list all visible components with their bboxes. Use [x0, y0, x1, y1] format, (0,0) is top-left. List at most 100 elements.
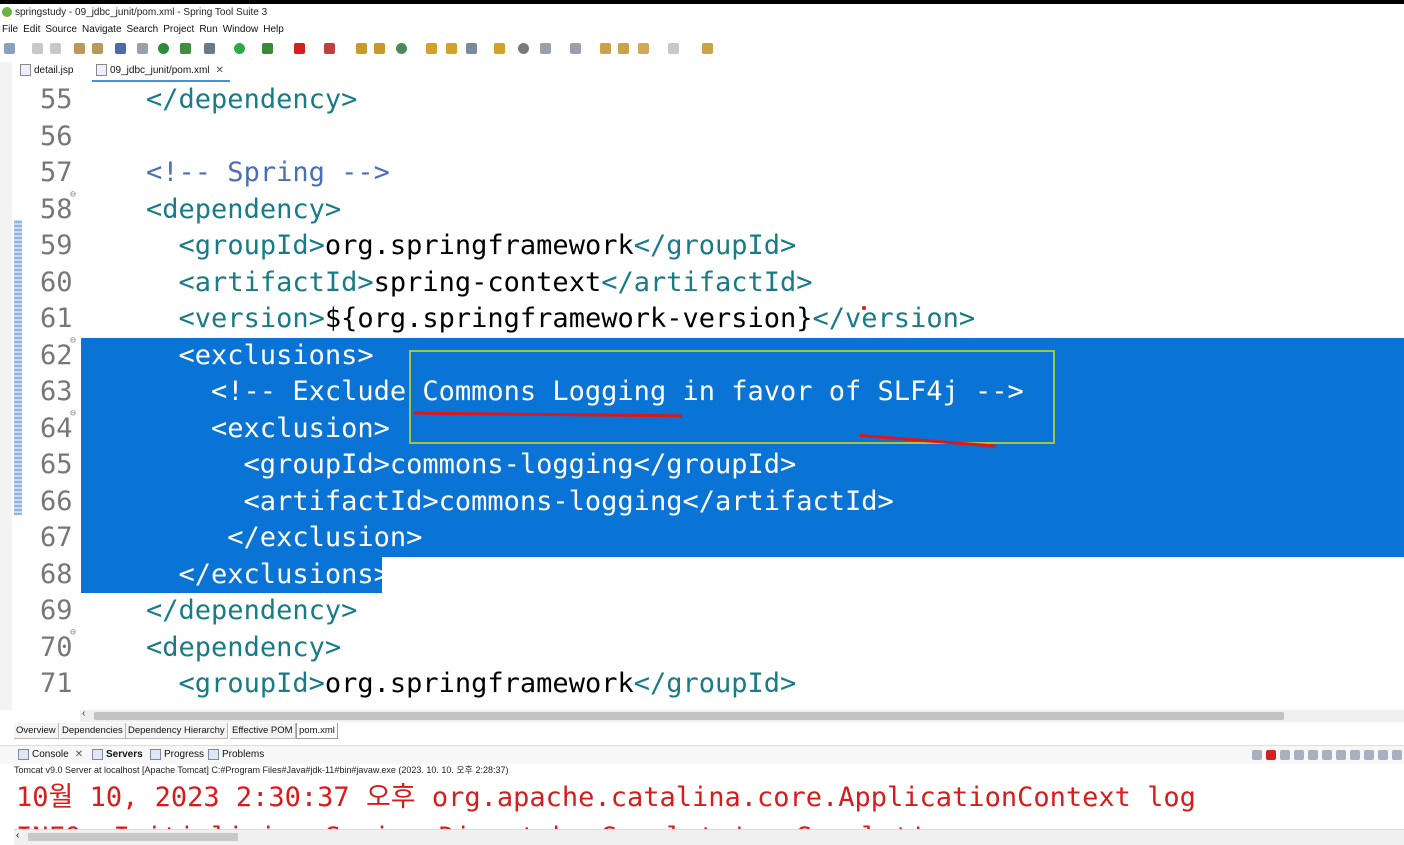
minimize-icon[interactable]	[1392, 750, 1402, 760]
search-icon[interactable]	[466, 43, 477, 54]
run-icon[interactable]	[234, 43, 245, 54]
menu-window[interactable]: Window	[221, 22, 262, 38]
line-number: 65	[40, 449, 73, 480]
fold-icon[interactable]: ⊖	[70, 408, 76, 419]
close-icon[interactable]: ✕	[75, 749, 83, 760]
tab-problems[interactable]: Problems	[208, 746, 264, 764]
prev-annotation-icon[interactable]	[570, 43, 581, 54]
line-number: 58	[40, 194, 73, 225]
menu-edit[interactable]: Edit	[21, 22, 43, 38]
tab-label: detail.jsp	[34, 65, 74, 76]
scroll-left-icon[interactable]: ‹	[82, 708, 85, 719]
annotation-icon[interactable]	[518, 43, 529, 54]
code-line: 66 <artifactId>commons-logging</artifact…	[14, 483, 1404, 520]
code-line: 60 <artifactId>spring-context</artifactI…	[14, 264, 1404, 301]
pin-console-icon[interactable]	[1350, 750, 1360, 760]
console-tab-bar: Console ✕ Servers Progress Problems	[0, 745, 1404, 764]
new-icon[interactable]	[4, 43, 15, 54]
open-resource-icon[interactable]	[446, 43, 457, 54]
tab-detail-jsp[interactable]: detail.jsp	[16, 62, 92, 80]
jsp-file-icon	[20, 64, 31, 77]
code-text: <version>${org.springframework-version}<…	[178, 303, 976, 334]
line-number: 67	[40, 522, 73, 553]
save-icon[interactable]	[32, 43, 43, 54]
word-wrap-icon[interactable]	[1322, 750, 1332, 760]
remove-launch-icon[interactable]	[1252, 750, 1262, 760]
close-icon[interactable]: ✕	[216, 65, 224, 76]
clear-console-icon[interactable]	[1294, 750, 1304, 760]
fold-icon[interactable]: ⊖	[70, 627, 76, 638]
open-console-icon[interactable]	[1378, 750, 1388, 760]
menu-file[interactable]: File	[0, 22, 21, 38]
scroll-thumb[interactable]	[28, 833, 238, 841]
run-external-icon[interactable]	[262, 43, 273, 54]
back-icon[interactable]	[638, 43, 649, 54]
terminate-icon[interactable]	[1266, 750, 1276, 760]
next-annotation-icon[interactable]	[540, 43, 551, 54]
spring-boot-icon[interactable]	[158, 43, 169, 54]
tab-effective-pom[interactable]: Effective POM	[230, 723, 296, 739]
fold-icon[interactable]: ⊖	[70, 189, 76, 200]
tab-servers[interactable]: Servers	[92, 746, 143, 764]
new-package-icon[interactable]	[356, 43, 367, 54]
title-bar: springstudy - 09_jdbc_junit/pom.xml - Sp…	[0, 4, 1404, 22]
menu-search[interactable]: Search	[125, 22, 162, 38]
properties-icon[interactable]	[92, 43, 103, 54]
tab-pom-xml[interactable]: 09_jdbc_junit/pom.xml ✕	[92, 62, 230, 82]
refresh-icon[interactable]	[180, 43, 191, 54]
open-perspective-icon[interactable]	[702, 43, 713, 54]
stop-icon[interactable]	[294, 43, 305, 54]
menu-source[interactable]: Source	[43, 22, 80, 38]
menu-navigate[interactable]: Navigate	[80, 22, 124, 38]
tab-dependencies[interactable]: Dependencies	[60, 723, 126, 739]
tab-progress[interactable]: Progress	[150, 746, 204, 764]
window-title: springstudy - 09_jdbc_junit/pom.xml - Sp…	[15, 7, 268, 18]
scroll-lock-icon[interactable]	[1308, 750, 1318, 760]
debug-icon[interactable]	[204, 43, 215, 54]
build-icon[interactable]	[74, 43, 85, 54]
fold-icon[interactable]: ⊖	[70, 335, 76, 346]
tab-console[interactable]: Console ✕	[18, 746, 83, 764]
console-status: Tomcat v9.0 Server at localhost [Apache …	[14, 765, 509, 775]
menu-run[interactable]: Run	[197, 22, 220, 38]
code-text: <!-- Spring -->	[146, 157, 390, 188]
code-line: 55 </dependency>	[14, 81, 1404, 118]
forward-icon[interactable]	[668, 43, 679, 54]
console-output-line: INFO: Initializing Spring DispatcherServ…	[16, 818, 926, 829]
new-wizard-icon[interactable]	[396, 43, 407, 54]
problems-icon	[208, 748, 219, 760]
tab-dependency-hierarchy[interactable]: Dependency Hierarchy	[126, 723, 228, 739]
remove-all-icon[interactable]	[1280, 750, 1290, 760]
tab-label: Problems	[222, 749, 265, 760]
scroll-thumb[interactable]	[94, 712, 1284, 720]
scroll-left-icon[interactable]: ‹	[16, 830, 19, 841]
new-class-icon[interactable]	[374, 43, 385, 54]
line-number: 62	[40, 340, 73, 371]
last-edit-icon[interactable]	[600, 43, 611, 54]
line-number: 71	[40, 668, 73, 699]
save-all-icon[interactable]	[50, 43, 61, 54]
xml-file-icon	[96, 64, 107, 77]
open-task-icon[interactable]	[494, 43, 505, 54]
menu-help[interactable]: Help	[261, 22, 287, 38]
display-console-icon[interactable]	[1364, 750, 1374, 760]
deploy-icon[interactable]	[324, 43, 335, 54]
tab-pom-xml-source[interactable]: pom.xml	[296, 723, 338, 739]
code-text: <dependency>	[146, 194, 342, 225]
line-number: 57	[40, 157, 73, 188]
editor-horizontal-scrollbar[interactable]: ‹	[80, 708, 1404, 722]
pin-editor-icon[interactable]	[618, 43, 629, 54]
line-number: 56	[40, 121, 73, 152]
terminal-icon[interactable]	[115, 43, 126, 54]
tab-overview[interactable]: Overview	[14, 723, 59, 739]
menu-project[interactable]: Project	[161, 22, 197, 38]
tab-label: Progress	[164, 749, 205, 760]
console-horizontal-scrollbar[interactable]: ‹	[14, 829, 1404, 845]
main-toolbar	[0, 40, 1404, 58]
code-text: <artifactId>spring-context</artifactId>	[178, 267, 813, 298]
console-icon	[18, 748, 29, 760]
tab-label: Servers	[106, 749, 143, 760]
skip-breakpoints-icon[interactable]	[137, 43, 148, 54]
open-type-icon[interactable]	[426, 43, 437, 54]
show-on-output-icon[interactable]	[1336, 750, 1346, 760]
